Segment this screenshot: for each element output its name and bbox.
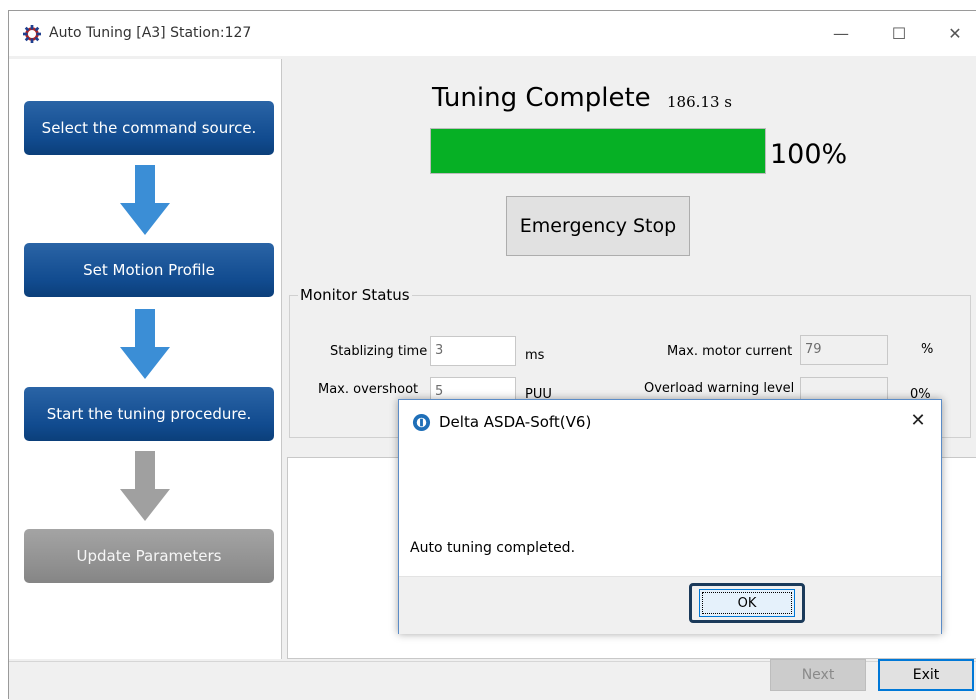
progress-bar	[430, 128, 766, 174]
maximize-button[interactable]: ☐	[879, 19, 919, 49]
window-title: Auto Tuning [A3] Station:127	[49, 25, 252, 41]
step-set-motion-profile: Set Motion Profile	[24, 243, 274, 297]
dialog-body	[399, 446, 941, 576]
info-icon	[412, 413, 431, 432]
progress-fill	[431, 129, 765, 173]
monitor-status-legend: Monitor Status	[300, 286, 410, 304]
max-motor-current-unit: %	[921, 342, 934, 357]
step-update-parameters: Update Parameters	[24, 529, 274, 583]
next-button[interactable]: Next	[770, 659, 866, 691]
ok-button[interactable]: OK	[699, 589, 795, 617]
minimize-button[interactable]: —	[821, 19, 861, 49]
stabilizing-time-field[interactable]: 3	[430, 336, 516, 366]
gear-icon	[23, 25, 41, 43]
arrow-down-icon	[120, 309, 170, 379]
max-motor-current-field[interactable]: 79	[800, 335, 888, 365]
emergency-stop-button[interactable]: Emergency Stop	[506, 196, 690, 256]
dialog-close-button[interactable]: ✕	[903, 406, 933, 436]
step-panel: Select the command source. Set Motion Pr…	[9, 59, 282, 659]
dialog-footer	[399, 576, 941, 634]
max-overshoot-label: Max. overshoot	[318, 382, 419, 397]
arrow-down-icon	[120, 451, 170, 521]
stabilizing-time-label: Stablizing time	[330, 344, 428, 359]
completion-dialog: Delta ASDA-Soft(V6) ✕ Auto tuning comple…	[398, 399, 942, 634]
exit-button[interactable]: Exit	[878, 659, 974, 691]
max-motor-current-label: Max. motor current	[667, 344, 793, 359]
dialog-title: Delta ASDA-Soft(V6)	[439, 413, 592, 431]
title-bar: Auto Tuning [A3] Station:127 — ☐ ✕	[9, 11, 976, 56]
stabilizing-time-unit: ms	[525, 348, 545, 363]
overload-warning-label: Overload warning level	[644, 381, 795, 396]
dialog-message: Auto tuning completed.	[410, 540, 576, 556]
progress-percent: 100%	[770, 139, 848, 170]
step-select-command-source: Select the command source.	[24, 101, 274, 155]
close-button[interactable]: ✕	[935, 19, 975, 49]
elapsed-time: 186.13 s	[667, 93, 732, 111]
step-start-tuning: Start the tuning procedure.	[24, 387, 274, 441]
tuning-status-title: Tuning Complete	[432, 83, 651, 113]
arrow-down-icon	[120, 165, 170, 235]
